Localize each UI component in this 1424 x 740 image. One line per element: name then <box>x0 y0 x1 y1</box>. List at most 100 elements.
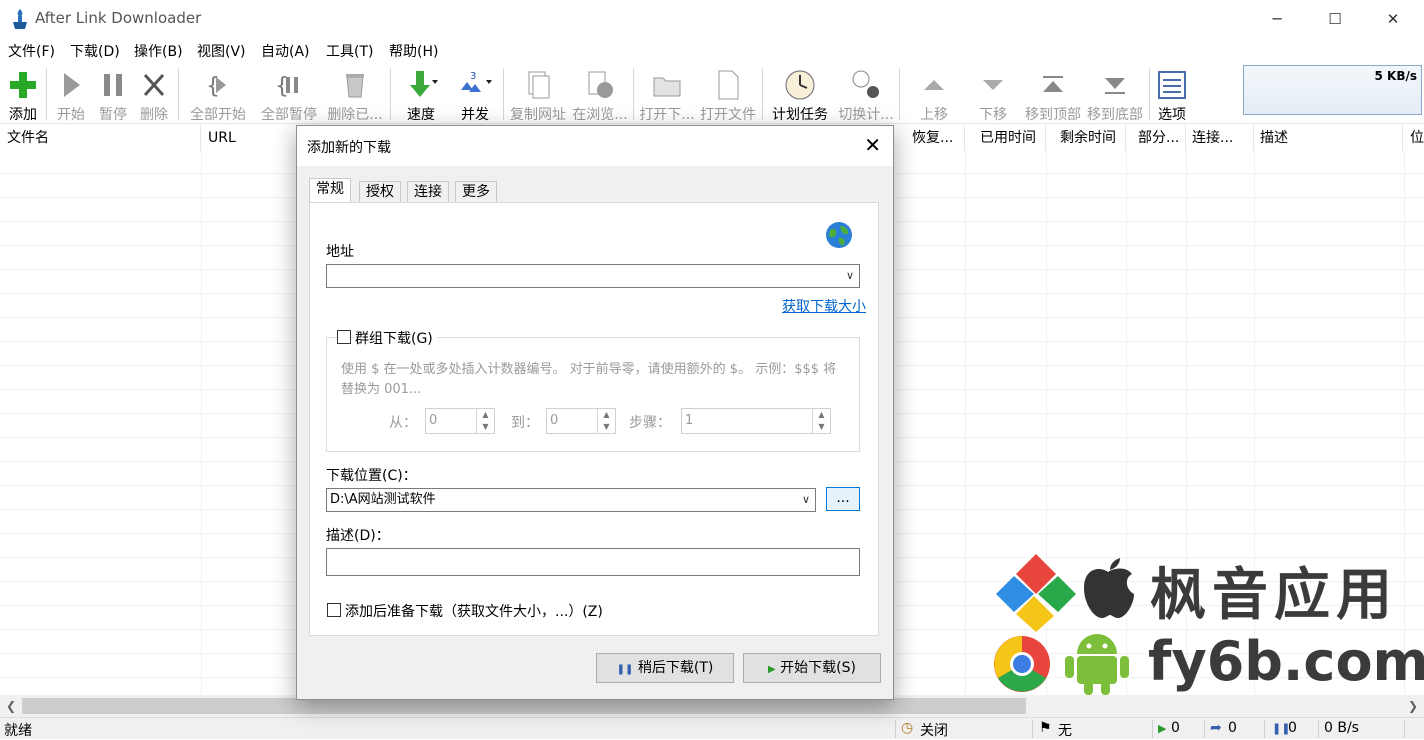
copy-url-label: 复制网址 <box>510 107 566 123</box>
menu-action[interactable]: 操作(B) <box>134 41 183 61</box>
open-file-button[interactable]: 打开文件 <box>697 66 759 123</box>
dialog-title-bar: 添加新的下载 ✕ <box>297 126 893 166</box>
close-window-button[interactable]: ✕ <box>1364 0 1422 38</box>
menu-help[interactable]: 帮助(H) <box>389 41 438 61</box>
chevron-down-icon[interactable]: ∨ <box>802 489 810 511</box>
prepare-download-label: 添加后准备下载（获取文件大小，...）(Z) <box>345 604 603 620</box>
delete-label: 删除 <box>140 107 168 123</box>
to-spinner[interactable]: 0 ▲ ▼ <box>546 408 616 434</box>
pause-icon <box>104 74 122 96</box>
copy-document-icon <box>528 71 550 99</box>
tab-auth[interactable]: 授权 <box>359 181 401 203</box>
concurrent-label: 并发 <box>461 107 489 123</box>
move-top-button[interactable]: 移到顶部 <box>1022 66 1084 123</box>
concurrent-icon: 3 <box>461 71 492 92</box>
active-count: 0 <box>1171 720 1180 736</box>
menu-download[interactable]: 下载(D) <box>70 41 120 61</box>
down-arrow-icon <box>983 80 1003 90</box>
switch-schedule-label: 切换计... <box>838 107 894 123</box>
maximize-button[interactable]: ☐ <box>1306 0 1364 38</box>
tab-more[interactable]: 更多 <box>455 181 497 203</box>
open-in-browser-button[interactable]: 在浏览... <box>569 66 631 123</box>
column-url[interactable]: URL <box>201 125 297 151</box>
address-combobox[interactable]: ∨ <box>326 264 860 288</box>
menu-tools[interactable]: 工具(T) <box>326 41 373 61</box>
dialog-close-icon[interactable]: ✕ <box>864 134 881 156</box>
schedule-button[interactable]: 计划任务 <box>766 66 834 123</box>
column-elapsed[interactable]: 已用时间 <box>973 125 1046 151</box>
add-button[interactable]: 添加 <box>4 66 42 123</box>
group-download-label: 群组下载(G) <box>355 328 437 348</box>
open-folder-button[interactable]: 打开下... <box>637 66 697 123</box>
start-download-label: 开始下载(S) <box>780 660 856 676</box>
from-value: 0 <box>429 413 438 428</box>
tab-connection[interactable]: 连接 <box>407 181 449 203</box>
menu-file[interactable]: 文件(F) <box>8 41 55 61</box>
start-button[interactable]: 开始 <box>52 66 90 123</box>
limit-status[interactable]: 无 <box>1058 720 1072 740</box>
move-bottom-icon <box>1105 78 1125 94</box>
scroll-right-icon[interactable]: ❯ <box>1402 695 1424 717</box>
get-size-link[interactable]: 获取下载大小 <box>782 296 866 316</box>
column-remaining[interactable]: 剩余时间 <box>1053 125 1126 151</box>
pause-all-button[interactable]: { 全部暂停 <box>256 66 322 123</box>
status-text: 就绪 <box>4 723 32 739</box>
schedule-status[interactable]: 关闭 <box>920 720 948 740</box>
move-bottom-button[interactable]: 移到底部 <box>1084 66 1146 123</box>
start-download-button[interactable]: ▶ 开始下载(S) <box>743 653 881 683</box>
column-position[interactable]: 位 <box>1403 125 1424 151</box>
speed-button[interactable]: 速度 <box>396 66 446 123</box>
switch-schedule-button[interactable]: 切换计... <box>836 66 896 123</box>
start-all-button[interactable]: { 全部开始 <box>184 66 252 123</box>
pause-label: 暂停 <box>99 107 127 123</box>
location-label: 下载位置(C)： <box>326 468 417 484</box>
group-description: 使用 $ 在一处或多处插入计数器编号。 对于前导零，请使用额外的 $。 示例：$… <box>341 362 837 397</box>
chrome-logo-icon <box>994 636 1050 692</box>
move-down-label: 下移 <box>979 107 1007 123</box>
delete-button[interactable]: 删除 <box>135 66 173 123</box>
browse-folder-button[interactable]: ... <box>826 487 860 511</box>
delete-completed-button[interactable]: 删除已... <box>324 66 386 123</box>
step-spinner[interactable]: 1 ▲ ▼ <box>681 408 831 434</box>
column-connections[interactable]: 连接... <box>1185 125 1254 151</box>
menu-view[interactable]: 视图(V) <box>197 41 246 61</box>
start-all-label: 全部开始 <box>190 107 246 123</box>
group-download-checkbox[interactable] <box>337 330 351 344</box>
copy-url-button[interactable]: 复制网址 <box>507 66 569 123</box>
move-down-button[interactable]: 下移 <box>964 66 1022 123</box>
location-value: D:\A网站测试软件 <box>330 492 436 507</box>
options-button[interactable]: 选项 <box>1152 66 1192 123</box>
file-icon <box>718 70 739 100</box>
move-up-button[interactable]: 上移 <box>905 66 963 123</box>
general-panel: 地址 ∨ 获取下载大小 群组下载(G) 使用 $ 在一处或多处插入计数器编号。 … <box>309 202 879 636</box>
prepare-download-checkbox[interactable] <box>327 603 341 617</box>
download-later-button[interactable]: ❚❚ 稍后下载(T) <box>596 653 734 683</box>
column-description[interactable]: 描述 <box>1253 125 1403 151</box>
description-input[interactable] <box>326 548 860 576</box>
pause-button[interactable]: 暂停 <box>94 66 132 123</box>
pause-all-label: 全部暂停 <box>261 107 317 123</box>
from-spinner[interactable]: 0 ▲ ▼ <box>425 408 495 434</box>
spinner-arrows-icon[interactable]: ▲ ▼ <box>812 409 830 433</box>
schedule-clock-icon: ◷ <box>901 720 914 736</box>
concurrent-button[interactable]: 3 并发 <box>450 66 500 123</box>
scrollbar-thumb[interactable] <box>22 698 1026 714</box>
clock-icon <box>785 70 815 100</box>
minimize-button[interactable]: ─ <box>1248 0 1306 38</box>
toolbar: 添加 开始 暂停 删除 { 全部开始 { 全部暂停 删除已... 速度 3 并发… <box>0 64 1424 124</box>
chevron-down-icon[interactable]: ∨ <box>846 265 854 287</box>
scroll-left-icon[interactable]: ❮ <box>0 695 22 717</box>
spinner-arrows-icon[interactable]: ▲ ▼ <box>597 409 615 433</box>
tab-general[interactable]: 常规 <box>309 178 351 204</box>
spinner-arrows-icon[interactable]: ▲ ▼ <box>476 409 494 433</box>
move-bottom-label: 移到底部 <box>1087 107 1143 123</box>
column-parts[interactable]: 部分... <box>1131 125 1186 151</box>
speed-label: 速度 <box>407 107 435 123</box>
menu-auto[interactable]: 自动(A) <box>261 41 310 61</box>
open-folder-label: 打开下... <box>639 107 695 123</box>
watermark-domain: fy6b.com <box>1148 630 1424 693</box>
open-in-browser-label: 在浏览... <box>572 107 628 123</box>
location-combobox[interactable]: D:\A网站测试软件 ∨ <box>326 488 816 512</box>
column-restore[interactable]: 恢复... <box>905 125 965 151</box>
column-filename[interactable]: 文件名 <box>0 125 201 151</box>
